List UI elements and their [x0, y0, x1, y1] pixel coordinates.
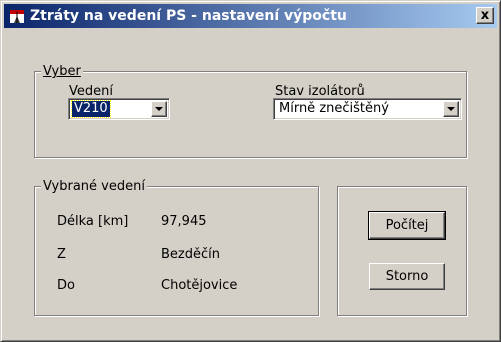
window-title: Ztráty na vedení PS - nastavení výpočtu: [30, 8, 347, 24]
title-bar[interactable]: Ztráty na vedení PS - nastavení výpočtu …: [4, 4, 497, 28]
delka-label: Délka [km]: [57, 214, 129, 229]
vyber-legend: Vyber: [41, 64, 83, 79]
z-label: Z: [57, 247, 66, 262]
z-value: Bezděčín: [161, 247, 220, 262]
vedeni-select-value: V210: [71, 100, 111, 118]
chevron-down-icon[interactable]: [151, 101, 167, 117]
close-icon: x: [480, 8, 490, 23]
app-icon: [10, 10, 24, 23]
cancel-button[interactable]: Storno: [369, 263, 445, 290]
do-value: Chotějovice: [161, 278, 238, 293]
stav-izolatoru-value: Mírně znečištěný: [279, 101, 389, 116]
compute-button[interactable]: Počítej: [368, 211, 446, 240]
buttons-group: [337, 186, 467, 316]
stav-izolatoru-select[interactable]: Mírně znečištěný: [273, 98, 462, 120]
do-label: Do: [57, 278, 75, 293]
dialog-window: Ztráty na vedení PS - nastavení výpočtu …: [0, 0, 501, 342]
chevron-down-icon[interactable]: [443, 101, 459, 117]
delka-value: 97,945: [161, 214, 207, 229]
vedeni-select[interactable]: V210: [68, 98, 170, 120]
close-button[interactable]: x: [476, 7, 494, 24]
vybrane-vedeni-legend: Vybrané vedení: [41, 179, 147, 194]
